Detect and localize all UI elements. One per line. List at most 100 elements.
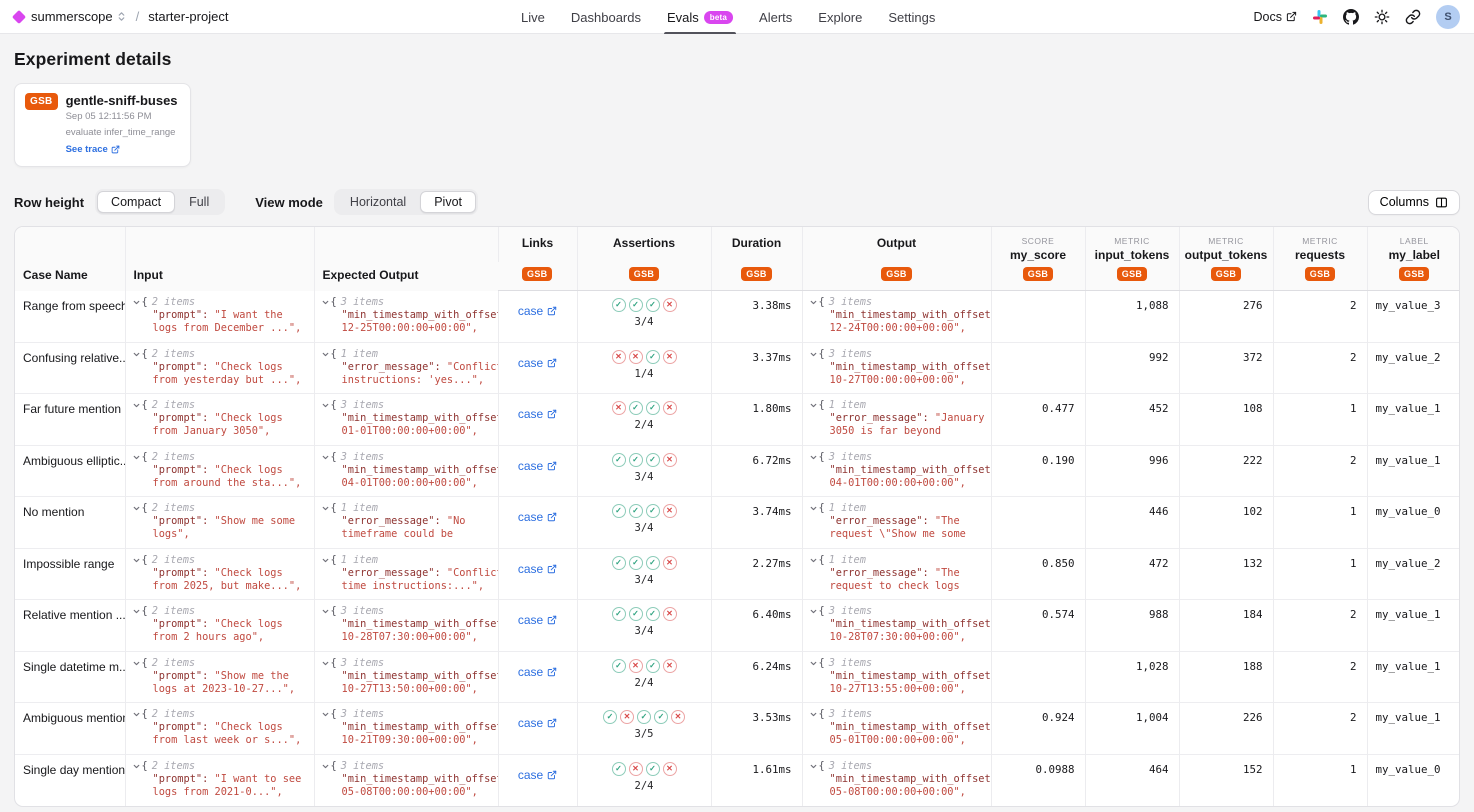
expected-output-cell[interactable]: {3 items"min_timestamp_with_offset"12-25… (314, 291, 498, 343)
col-header-output[interactable]: Output (802, 227, 991, 262)
col-header-input[interactable]: Input (125, 227, 314, 291)
chevron-down-icon[interactable] (321, 659, 330, 668)
chevron-down-icon[interactable] (809, 710, 818, 719)
nav-tab-evals[interactable]: Evalsbeta (654, 0, 746, 34)
col-header-case-name[interactable]: Case Name (15, 227, 125, 291)
case-link[interactable]: case (518, 407, 557, 421)
case-link[interactable]: case (518, 562, 557, 576)
output-cell[interactable]: {3 items"min_timestamp_with_offset"10-28… (802, 600, 991, 652)
output-cell[interactable]: {3 items"min_timestamp_with_offset"04-01… (802, 445, 991, 497)
input-cell[interactable]: {2 items"prompt": "Check logsfrom 2 hour… (125, 600, 314, 652)
output-cell[interactable]: {3 items"min_timestamp_with_offset"10-27… (802, 651, 991, 703)
input-cell[interactable]: {2 items"prompt": "Check logsfrom last w… (125, 703, 314, 755)
input-cell[interactable]: {2 items"prompt": "Check logsfrom yester… (125, 342, 314, 394)
github-icon[interactable] (1343, 9, 1359, 25)
row-height-option-full[interactable]: Full (175, 191, 223, 213)
expected-output-cell[interactable]: {3 items"min_timestamp_with_offset"04-01… (314, 445, 498, 497)
expected-output-cell[interactable]: {3 items"min_timestamp_with_offset"10-27… (314, 651, 498, 703)
chevron-down-icon[interactable] (321, 453, 330, 462)
chevron-down-icon[interactable] (132, 350, 141, 359)
assertions-cell[interactable]: ✕✕✓✕1/4 (577, 342, 711, 394)
chevron-down-icon[interactable] (809, 556, 818, 565)
slack-icon[interactable] (1312, 9, 1328, 25)
row-height-option-compact[interactable]: Compact (97, 191, 175, 213)
chevron-down-icon[interactable] (809, 607, 818, 616)
docs-link[interactable]: Docs (1254, 10, 1297, 24)
chevron-down-icon[interactable] (132, 401, 141, 410)
expected-output-cell[interactable]: {3 items"min_timestamp_with_offset"10-21… (314, 703, 498, 755)
expected-output-cell[interactable]: {1 item"error_message": "Conflictitime i… (314, 548, 498, 600)
expected-output-cell[interactable]: {1 item"error_message": "Notimeframe cou… (314, 497, 498, 549)
nav-tab-explore[interactable]: Explore (805, 0, 875, 34)
input-cell[interactable]: {2 items"prompt": "Check logsfrom 2025, … (125, 548, 314, 600)
expected-output-cell[interactable]: {3 items"min_timestamp_with_offset"05-08… (314, 754, 498, 806)
output-cell[interactable]: {3 items"min_timestamp_with_offset"12-24… (802, 291, 991, 343)
chevron-down-icon[interactable] (132, 710, 141, 719)
chevron-down-icon[interactable] (132, 762, 141, 771)
col-header-expected-output[interactable]: Expected Output (314, 227, 498, 291)
chevron-down-icon[interactable] (132, 659, 141, 668)
output-cell[interactable]: {3 items"min_timestamp_with_offset"05-01… (802, 703, 991, 755)
nav-tab-settings[interactable]: Settings (875, 0, 948, 34)
chevron-down-icon[interactable] (132, 298, 141, 307)
link-icon[interactable] (1405, 9, 1421, 25)
case-link[interactable]: case (518, 510, 557, 524)
case-name-cell[interactable]: No mention (15, 497, 125, 549)
col-header-duration[interactable]: Duration (711, 227, 802, 262)
assertions-cell[interactable]: ✓✓✓✕3/4 (577, 497, 711, 549)
theme-toggle-icon[interactable] (1374, 9, 1390, 25)
assertions-cell[interactable]: ✓✕✓✕2/4 (577, 651, 711, 703)
org-switcher[interactable]: summerscope (31, 9, 127, 24)
chevron-down-icon[interactable] (809, 762, 818, 771)
case-name-cell[interactable]: Single datetime m... (15, 651, 125, 703)
chevron-down-icon[interactable] (321, 607, 330, 616)
chevron-down-icon[interactable] (321, 556, 330, 565)
col-header-my-score[interactable]: SCORE my_score (991, 227, 1085, 262)
assertions-cell[interactable]: ✓✓✓✕3/4 (577, 600, 711, 652)
view-mode-option-horizontal[interactable]: Horizontal (336, 191, 420, 213)
chevron-down-icon[interactable] (809, 504, 818, 513)
project-name[interactable]: starter-project (148, 9, 228, 24)
chevron-down-icon[interactable] (132, 504, 141, 513)
nav-tab-live[interactable]: Live (508, 0, 558, 34)
expected-output-cell[interactable]: {1 item"error_message": "Conflictiinstru… (314, 342, 498, 394)
output-cell[interactable]: {3 items"min_timestamp_with_offset"10-27… (802, 342, 991, 394)
see-trace-link[interactable]: See trace (66, 144, 120, 155)
input-cell[interactable]: {2 items"prompt": "I want to seelogs fro… (125, 754, 314, 806)
case-link[interactable]: case (518, 665, 557, 679)
input-cell[interactable]: {2 items"prompt": "Show me thelogs at 20… (125, 651, 314, 703)
chevron-down-icon[interactable] (321, 350, 330, 359)
case-link[interactable]: case (518, 304, 557, 318)
chevron-down-icon[interactable] (809, 401, 818, 410)
col-header-my-label[interactable]: LABEL my_label (1367, 227, 1460, 262)
col-header-output-tokens[interactable]: METRIC output_tokens (1179, 227, 1273, 262)
case-name-cell[interactable]: Confusing relative... (15, 342, 125, 394)
nav-tab-alerts[interactable]: Alerts (746, 0, 805, 34)
col-header-requests[interactable]: METRIC requests (1273, 227, 1367, 262)
chevron-down-icon[interactable] (321, 401, 330, 410)
case-link[interactable]: case (518, 459, 557, 473)
col-header-input-tokens[interactable]: METRIC input_tokens (1085, 227, 1179, 262)
case-name-cell[interactable]: Single day mention (15, 754, 125, 806)
case-name-cell[interactable]: Ambiguous mention (15, 703, 125, 755)
nav-tab-dashboards[interactable]: Dashboards (558, 0, 654, 34)
chevron-down-icon[interactable] (809, 350, 818, 359)
case-link[interactable]: case (518, 613, 557, 627)
col-header-links[interactable]: Links (498, 227, 577, 262)
input-cell[interactable]: {2 items"prompt": "I want thelogs from D… (125, 291, 314, 343)
chevron-down-icon[interactable] (809, 659, 818, 668)
input-cell[interactable]: {2 items"prompt": "Check logsfrom Januar… (125, 394, 314, 446)
case-name-cell[interactable]: Ambiguous elliptic... (15, 445, 125, 497)
view-mode-option-pivot[interactable]: Pivot (420, 191, 476, 213)
assertions-cell[interactable]: ✓✓✓✕3/4 (577, 291, 711, 343)
chevron-down-icon[interactable] (321, 298, 330, 307)
assertions-cell[interactable]: ✓✕✓✓✕3/5 (577, 703, 711, 755)
chevron-down-icon[interactable] (132, 453, 141, 462)
assertions-cell[interactable]: ✓✓✓✕3/4 (577, 548, 711, 600)
expected-output-cell[interactable]: {3 items"min_timestamp_with_offset"10-28… (314, 600, 498, 652)
output-cell[interactable]: {1 item"error_message": "January3050 is … (802, 394, 991, 446)
case-link[interactable]: case (518, 356, 557, 370)
assertions-cell[interactable]: ✓✓✓✕3/4 (577, 445, 711, 497)
chevron-down-icon[interactable] (321, 710, 330, 719)
columns-button[interactable]: Columns (1368, 190, 1460, 215)
